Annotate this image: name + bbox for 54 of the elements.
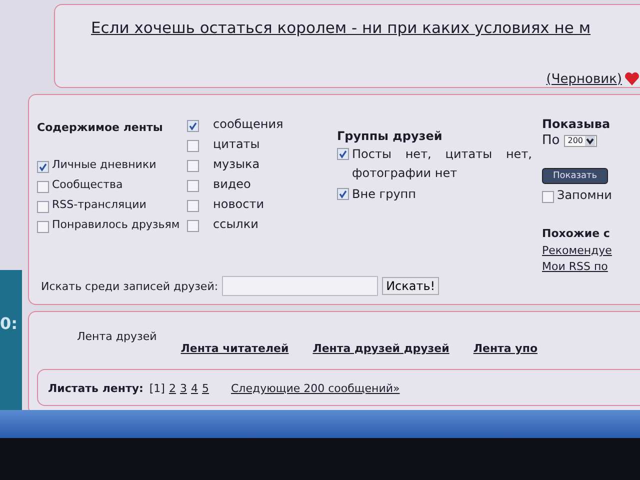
draft-link[interactable]: (Черновик) [546,72,622,86]
section-heading: Показыва [542,117,612,131]
checkbox[interactable] [37,201,49,213]
count-dropdown[interactable]: 200 [564,134,598,146]
clock-text: 0: [0,314,18,333]
heart-icon [624,71,640,87]
checkbox-label: Посты нет, цитаты нет, фотографии нет [352,146,532,182]
checkbox-label: Запомни [557,188,612,202]
checkbox-label: сообщения [213,117,284,131]
caret-icon [585,136,596,146]
checkbox-label: цитаты [213,137,260,151]
checkbox[interactable] [37,221,49,233]
checkbox[interactable] [37,181,49,193]
checkbox-label: Личные дневники [52,158,156,171]
feed-tab[interactable]: Лента читателей [180,342,289,355]
feed-tab[interactable]: Лента друзей друзей [312,342,450,355]
checkbox-label: видео [213,177,251,191]
checkbox[interactable] [337,188,349,200]
checkbox-label: ссылки [213,217,258,231]
feed-tab[interactable]: Лента друзей [77,330,157,343]
next-page-link[interactable]: Следующие 200 сообщений» [230,382,400,395]
page-link[interactable]: 5 [202,382,209,395]
checkbox[interactable] [187,140,199,152]
post-title-link[interactable]: Если хочешь остаться королем - ни при каких условиях не м [91,19,640,37]
checkbox[interactable] [187,120,199,132]
checkbox[interactable] [187,200,199,212]
checkbox[interactable] [337,148,349,160]
similar-link[interactable]: Мои RSS по [542,260,640,273]
per-label: По [542,133,560,148]
checkbox[interactable] [187,220,199,232]
section-heading: Похожие с [542,227,611,240]
show-button[interactable]: Показать [542,168,608,184]
checkbox-label: Понравилось друзьям [52,218,180,231]
checkbox-label: новости [213,197,264,211]
checkbox-label: RSS-трансляции [52,198,146,211]
section-heading: Содержимое ленты [37,121,164,134]
checkbox[interactable] [187,160,199,172]
page-link[interactable]: 2 [168,382,176,395]
checkbox-label: Сообщества [52,178,123,191]
checkbox[interactable] [37,161,49,173]
pager-label: Листать ленту: [48,382,144,395]
search-button[interactable]: Искать! [382,277,440,295]
search-field[interactable] [222,276,378,296]
similar-link[interactable]: Рекомендуе [542,244,640,257]
feed-tab[interactable]: Лента упо [473,342,538,355]
checkbox[interactable] [187,180,199,192]
search-label: Искать среди записей друзей: [41,280,218,292]
page-link[interactable]: 4 [190,382,198,395]
checkbox-label: музыка [213,157,260,171]
checkbox-label: Вне групп [352,186,417,203]
checkbox[interactable] [542,191,554,203]
page-link[interactable]: [1] [149,382,165,395]
section-heading: Группы друзей [337,129,444,143]
page-link[interactable]: 3 [180,382,187,395]
